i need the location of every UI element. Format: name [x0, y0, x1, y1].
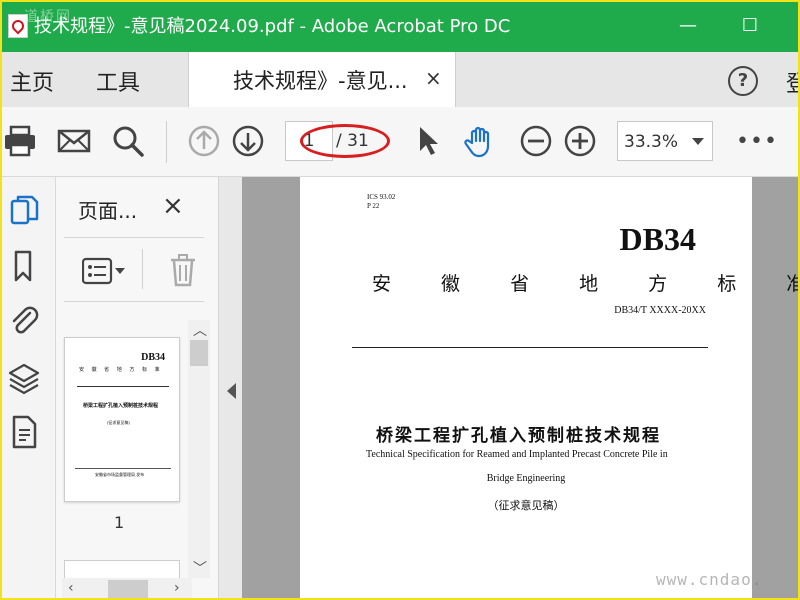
scroll-down-icon[interactable]: ﹀: [193, 558, 207, 578]
select-cursor-icon[interactable]: [410, 123, 446, 159]
classification-code: P 22: [367, 202, 380, 210]
ics-number: ICS 93.02: [367, 193, 396, 201]
header-rule: [352, 347, 708, 348]
province-line: 安 徽 省 地 方 标 准: [372, 273, 800, 295]
title-bar: 道桥网 技术规程》-意见稿2024.09.pdf - Adobe Acrobat…: [0, 0, 800, 52]
zoom-value: 33.3%: [624, 132, 679, 152]
more-options-icon[interactable]: •••: [736, 129, 778, 154]
next-page-icon[interactable]: [230, 123, 266, 159]
standard-number: DB34/T XXXX-20XX: [614, 305, 706, 316]
document-title-cn: 桥梁工程扩孔植入预制桩技术规程: [376, 426, 661, 445]
navigation-strip: [0, 177, 56, 600]
layers-icon[interactable]: [8, 361, 40, 395]
tab-tools[interactable]: 工具: [96, 65, 140, 97]
page-thumbnails-icon[interactable]: [8, 193, 40, 227]
toolbar-separator: [166, 121, 167, 163]
trash-icon[interactable]: [168, 253, 198, 287]
scroll-right-icon[interactable]: ›: [174, 580, 180, 596]
thumb-province: 安 徽 省 地 方 标 准: [79, 367, 163, 373]
panel-divider: [64, 301, 204, 302]
scroll-up-icon[interactable]: ︿: [193, 320, 207, 340]
sign-in-partial[interactable]: 登: [786, 66, 800, 98]
window-title: 技术规程》-意见稿2024.09.pdf - Adobe Acrobat Pro…: [34, 16, 511, 37]
zoom-in-icon[interactable]: [562, 123, 598, 159]
main-toolbar: 1 / 31 33.3% •••: [0, 107, 800, 177]
page-thumbnail[interactable]: DB34 安 徽 省 地 方 标 准 桥梁工程扩孔植入预制桩技术规程 (征求意见…: [64, 337, 180, 502]
draft-label: （征求意见稿）: [487, 500, 565, 512]
thumb-code: DB34: [141, 352, 165, 363]
close-panel-icon[interactable]: ×: [162, 191, 184, 221]
zoom-out-icon[interactable]: [518, 123, 554, 159]
thumbnail-page-number: 1: [114, 513, 125, 532]
tab-home[interactable]: 主页: [10, 65, 54, 97]
document-tab-label: 技术规程》-意见...: [233, 69, 408, 93]
panel-title: 页面...: [78, 199, 138, 223]
close-tab-icon[interactable]: ×: [425, 66, 442, 90]
thumbnail-options-icon[interactable]: [81, 257, 128, 285]
page-thumbnail-next[interactable]: [64, 560, 180, 580]
tab-row: 主页 工具 技术规程》-意见... ×: [0, 52, 800, 107]
document-view[interactable]: ICS 93.02 P 22 DB34 安 徽 省 地 方 标 准 DB34/T…: [242, 177, 800, 600]
panel-divider: [64, 237, 204, 238]
standard-code: DB34: [619, 221, 696, 257]
scrollbar-thumb[interactable]: [108, 580, 148, 598]
bookmark-icon[interactable]: [8, 249, 40, 283]
thumb-footer-rule: [75, 468, 171, 469]
vertical-scrollbar[interactable]: ︿ ﹀: [188, 320, 210, 578]
total-pages: / 31: [336, 131, 369, 151]
document-tab[interactable]: 技术规程》-意见... ×: [188, 52, 456, 107]
panel-separator: [142, 249, 143, 289]
site-watermark: www.cndao.: [656, 570, 763, 589]
thumb-footer: 安徽省市场监督管理局 发布: [95, 472, 145, 477]
previous-page-icon[interactable]: [186, 123, 222, 159]
print-icon[interactable]: [2, 123, 38, 159]
scroll-left-icon[interactable]: ‹: [68, 580, 74, 596]
pdf-page: ICS 93.02 P 22 DB34 安 徽 省 地 方 标 准 DB34/T…: [300, 177, 800, 600]
hand-tool-icon[interactable]: [462, 123, 498, 159]
thumb-title: 桥梁工程扩孔植入预制桩技术规程: [83, 403, 159, 409]
scrollbar-thumb[interactable]: [190, 340, 208, 366]
email-icon[interactable]: [56, 123, 92, 159]
thumb-rule: [77, 386, 169, 387]
ics-code: ICS 93.02 P 22: [367, 193, 395, 211]
zoom-level-select[interactable]: 33.3%: [617, 121, 713, 161]
document-title-en-line2: Bridge Engineering: [486, 473, 566, 484]
current-page-input[interactable]: 1: [285, 121, 333, 161]
chevron-down-icon: [692, 138, 704, 145]
page-thumbnails-panel: 页面... × DB34 安 徽 省 地 方 标 准 桥梁工程扩孔植入预制桩技术…: [56, 177, 218, 600]
document-title-en-line1: Technical Specification for Reamed and I…: [366, 449, 668, 460]
search-icon[interactable]: [110, 123, 146, 159]
help-icon[interactable]: ?: [728, 66, 758, 96]
panel-splitter[interactable]: [218, 177, 242, 600]
horizontal-scrollbar[interactable]: ‹ ›: [62, 578, 192, 600]
attachment-icon[interactable]: [8, 303, 40, 337]
minimize-button[interactable]: —: [674, 12, 702, 40]
thumb-draft: (征求意见稿): [107, 420, 130, 425]
collapse-panel-icon[interactable]: [227, 383, 236, 399]
document-icon[interactable]: [8, 415, 40, 449]
maximize-button[interactable]: ☐: [736, 12, 764, 40]
